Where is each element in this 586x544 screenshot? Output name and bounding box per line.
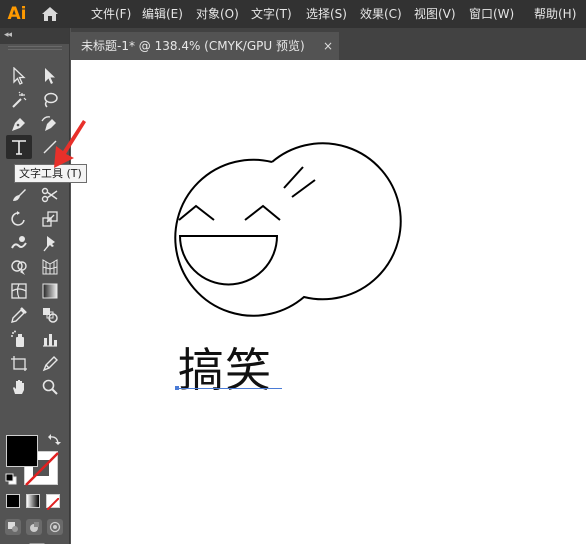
lasso-tool[interactable] (38, 89, 62, 111)
paintbrush-tool[interactable] (7, 184, 31, 206)
default-colors-icon[interactable] (5, 473, 17, 485)
rotate-tool[interactable] (7, 208, 31, 230)
menu-view[interactable]: 视图(V) (408, 0, 463, 28)
selection-tool-icon (13, 67, 26, 85)
zoom-tool[interactable] (38, 376, 62, 398)
artboard-canvas[interactable]: 搞笑 (71, 60, 586, 544)
type-tool[interactable] (6, 135, 32, 159)
blend-tool[interactable] (38, 304, 62, 326)
face-outline (174, 142, 402, 317)
sweat-line-1 (283, 166, 304, 189)
scale-tool-icon (42, 211, 58, 227)
hand-tool[interactable] (7, 376, 31, 398)
panel-grip[interactable] (8, 46, 62, 50)
direct-selection-tool[interactable] (38, 65, 62, 87)
menu-select[interactable]: 选择(S) (300, 0, 354, 28)
none-mode-icon (46, 497, 60, 511)
magic-wand-tool-icon (12, 91, 27, 108)
gradient-tool-icon (42, 283, 58, 299)
none-mode-button[interactable] (46, 494, 60, 511)
pen-tool[interactable] (7, 113, 31, 135)
direct-selection-tool-icon (45, 68, 55, 84)
scissors-tool-icon (41, 187, 58, 203)
perspective-grid-tool[interactable] (38, 256, 62, 278)
annotation-arrow-icon (54, 120, 86, 168)
menu-help[interactable]: 帮助(H) (528, 0, 584, 28)
mouth (178, 235, 279, 286)
app-logo: Ai (7, 4, 27, 24)
tools-panel-header: ◂◂ (0, 28, 69, 44)
puppet-warp-tool[interactable] (38, 232, 62, 254)
rotate-tool-icon (11, 211, 25, 226)
draw-inside-button[interactable] (47, 519, 63, 535)
draw-inside-icon (49, 521, 61, 533)
document-tab[interactable]: 未标题-1* @ 138.4% (CMYK/GPU 预览) × (71, 32, 339, 60)
draw-normal-button[interactable] (5, 519, 21, 535)
symbol-sprayer-tool-icon (11, 330, 24, 347)
slice-tool[interactable] (38, 352, 62, 374)
color-mode-button[interactable] (6, 494, 20, 508)
home-button[interactable] (34, 0, 66, 28)
shape-builder-tool-icon (11, 260, 27, 275)
draw-behind-icon (30, 522, 39, 532)
document-tab-label: 未标题-1* @ 138.4% (CMYK/GPU 预览) (81, 39, 305, 53)
zoom-tool-icon (42, 379, 58, 395)
artboard-tool[interactable] (7, 352, 31, 374)
menu-effect[interactable]: 效果(C) (354, 0, 408, 28)
paintbrush-tool-icon (13, 189, 26, 201)
slice-tool-icon (42, 356, 58, 372)
magic-wand-tool[interactable] (7, 89, 31, 111)
mesh-tool[interactable] (7, 280, 31, 302)
text-anchor-point[interactable] (175, 386, 179, 390)
sweat-line-2 (291, 179, 316, 198)
draw-normal-icon (8, 522, 18, 532)
shape-builder-tool[interactable] (7, 256, 31, 278)
warp-tool-icon (11, 236, 27, 249)
mesh-tool-icon (11, 283, 27, 299)
puppet-warp-tool-icon (43, 236, 55, 252)
artwork-text[interactable]: 搞笑 (178, 342, 272, 398)
right-eye (244, 204, 281, 221)
type-tool-icon (12, 140, 26, 155)
scale-tool[interactable] (38, 208, 62, 230)
artboard-tool-icon (11, 356, 27, 371)
column-graph-tool[interactable] (38, 328, 62, 350)
eyedropper-tool-icon (11, 307, 27, 323)
swap-colors-icon[interactable] (48, 433, 62, 447)
column-graph-tool-icon (43, 334, 57, 347)
warp-tool[interactable] (7, 232, 31, 254)
gradient-tool[interactable] (38, 280, 62, 302)
menu-bar: Ai 文件(F) 编辑(E) 对象(O) 文字(T) 选择(S) 效果(C) 视… (0, 0, 586, 28)
tools-panel: ◂◂ (0, 28, 70, 544)
menu-object[interactable]: 对象(O) (190, 0, 245, 28)
text-baseline (177, 388, 282, 389)
close-icon[interactable]: × (321, 32, 335, 60)
scissors-tool[interactable] (38, 184, 62, 206)
menu-edit[interactable]: 编辑(E) (136, 0, 190, 28)
lasso-tool-icon (44, 92, 58, 108)
left-eye (178, 204, 215, 221)
selection-tool[interactable] (7, 65, 31, 87)
eyedropper-tool[interactable] (7, 304, 31, 326)
hand-tool-icon (13, 380, 24, 394)
home-icon (42, 7, 58, 21)
perspective-grid-tool-icon (42, 259, 58, 275)
gradient-mode-button[interactable] (26, 494, 40, 508)
blend-tool-icon (43, 308, 58, 323)
pen-tool-icon (12, 118, 25, 131)
symbol-sprayer-tool[interactable] (7, 328, 31, 350)
fill-swatch[interactable] (6, 435, 38, 467)
draw-behind-button[interactable] (26, 519, 42, 535)
menu-type[interactable]: 文字(T) (245, 0, 300, 28)
menu-window[interactable]: 窗口(W) (463, 0, 528, 28)
menu-file[interactable]: 文件(F) (85, 0, 136, 28)
collapse-panel-button[interactable]: ◂◂ (4, 30, 12, 40)
document-tab-bar: 未标题-1* @ 138.4% (CMYK/GPU 预览) × (71, 28, 586, 60)
main-menu: 文件(F) 编辑(E) 对象(O) 文字(T) 选择(S) 效果(C) 视图(V… (85, 0, 584, 28)
smiley-face-artwork[interactable] (71, 60, 586, 544)
